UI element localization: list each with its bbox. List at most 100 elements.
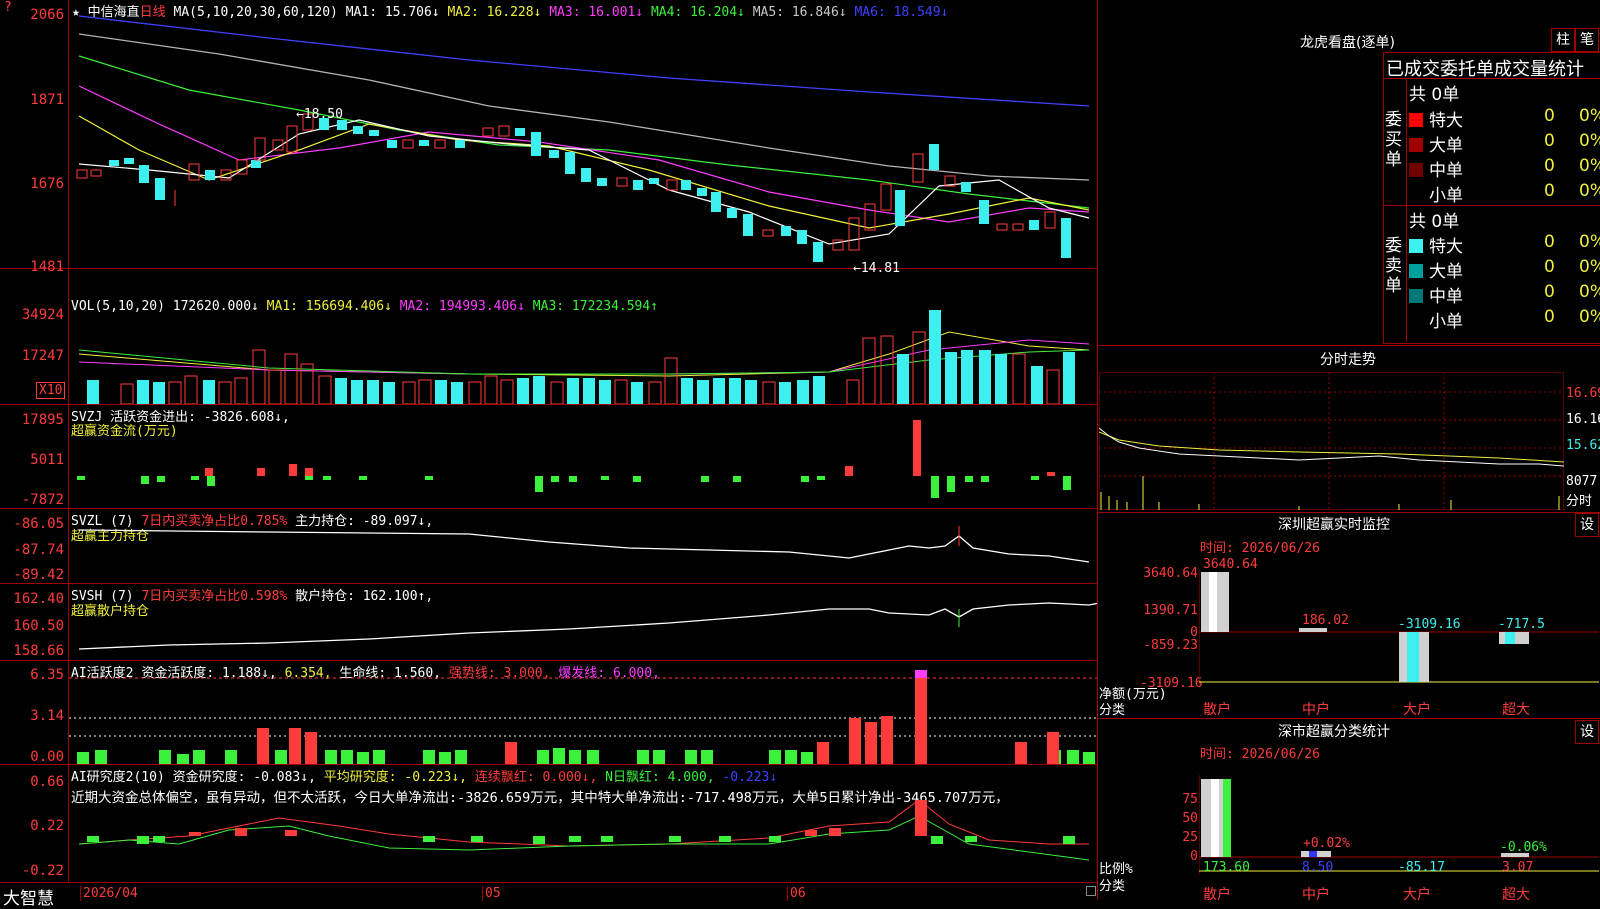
ai-active-bar xyxy=(553,748,565,764)
candle-down xyxy=(565,152,575,174)
vol-bar xyxy=(252,349,266,404)
svzl-chart[interactable] xyxy=(69,510,1097,583)
svsh-chart[interactable] xyxy=(69,583,1097,660)
svzj-bar xyxy=(801,476,809,482)
candle-down xyxy=(697,188,707,196)
class-time: 时间: 2026/06/26 xyxy=(1200,747,1320,762)
svzj-bar xyxy=(1031,476,1039,480)
svzj-bar xyxy=(207,476,215,486)
svzj-bar xyxy=(601,476,609,480)
vol-bar xyxy=(797,380,809,404)
sell-orders-label: 委卖单 xyxy=(1385,236,1402,296)
buy-row-name: 大单 xyxy=(1429,136,1463,156)
vol-bar xyxy=(367,380,379,404)
buy-orders-label: 委买单 xyxy=(1385,110,1402,170)
candle-up xyxy=(616,177,628,187)
dragon-tiger-title: 龙虎看盘(逐单) xyxy=(1300,35,1395,51)
class-settings-button[interactable]: 设 xyxy=(1575,720,1599,744)
candlestick-chart[interactable] xyxy=(69,0,1097,268)
ai-research-last: -0.223↓ xyxy=(722,770,778,785)
candle-down xyxy=(979,200,989,224)
vol-bar xyxy=(184,375,198,404)
ai-research-chart[interactable] xyxy=(69,800,1097,882)
monitor-xlabel: 分类 xyxy=(1099,703,1126,718)
ai-active-bar xyxy=(305,732,317,764)
vol-bar xyxy=(351,380,363,404)
svzj-bar xyxy=(305,468,313,476)
research-bar xyxy=(601,836,613,842)
monitor-time: 时间: 2026/06/26 xyxy=(1200,541,1320,556)
svzj-bar xyxy=(535,476,543,492)
candle-down xyxy=(251,160,261,168)
svzj-bar xyxy=(931,476,939,498)
ai-active-bar xyxy=(289,728,301,764)
buy-row-count: 0 xyxy=(1544,181,1555,201)
class-bottom-value: -85.17 xyxy=(1398,860,1445,875)
buy-row-pct: 0% xyxy=(1579,106,1600,126)
buy-row-name: 中单 xyxy=(1429,161,1463,181)
research-bar xyxy=(569,836,581,842)
section-divider xyxy=(1098,345,1600,346)
svzj-chart[interactable] xyxy=(69,420,1097,508)
ai-active-bar xyxy=(865,722,877,764)
sell-row-pct: 0% xyxy=(1579,257,1600,277)
ai-active-bar xyxy=(685,750,697,764)
lock-icon[interactable] xyxy=(1086,886,1096,896)
candle-up xyxy=(76,169,88,179)
monitor-title: 深圳超赢实时监控 xyxy=(1278,517,1390,533)
svsh-ytick: 158.66 xyxy=(13,643,64,659)
candle-down xyxy=(1029,220,1039,230)
ai-research-ytick: 0.22 xyxy=(30,818,64,834)
category-label: 中户 xyxy=(1302,702,1330,718)
ai-active-bar xyxy=(505,742,517,764)
candle-up xyxy=(848,217,860,251)
brand-logo[interactable]: 大智慧 xyxy=(3,884,54,909)
ai-active-chart[interactable] xyxy=(69,670,1097,764)
ai-active-bar xyxy=(701,750,713,764)
buy-row: 大单 0 0% xyxy=(1409,131,1600,156)
category-label: 超大 xyxy=(1502,887,1530,903)
ai-active-bar xyxy=(537,750,549,764)
category-label: 中户 xyxy=(1302,887,1330,903)
sell-row: 特大 0 0% xyxy=(1409,232,1600,257)
vol-bar xyxy=(745,380,757,404)
svzj-ytick: 5011 xyxy=(30,452,64,468)
monitor-ytick: 1390.71 xyxy=(1143,603,1198,618)
candle-down xyxy=(455,140,465,148)
vol-bar xyxy=(729,378,741,404)
svzj-bar xyxy=(425,476,433,480)
medium-swatch xyxy=(1409,289,1423,303)
vol-bar xyxy=(583,378,595,404)
vol-bar xyxy=(418,379,432,404)
volume-chart[interactable] xyxy=(69,310,1097,404)
sell-row: 小单 0 0% xyxy=(1409,307,1600,332)
vol-bar xyxy=(813,376,825,404)
ai-active-bar xyxy=(1083,752,1095,764)
ai-active-ytick: 3.14 xyxy=(30,708,64,724)
vol-bar xyxy=(484,375,498,404)
monitor-settings-button[interactable]: 设 xyxy=(1575,513,1599,537)
vol-unit-badge[interactable]: X10 xyxy=(36,382,66,399)
vol-bar xyxy=(945,352,957,404)
candle-up xyxy=(498,125,510,137)
buy-row-name: 特大 xyxy=(1429,111,1463,131)
vol-bar xyxy=(697,380,709,404)
line-view-button[interactable]: 笔 xyxy=(1575,28,1599,52)
vol-bar xyxy=(153,382,165,404)
vol-bar xyxy=(631,382,643,404)
buy-row: 小单 0 0% xyxy=(1409,181,1600,206)
sell-row-name: 大单 xyxy=(1429,262,1463,282)
candle-up xyxy=(402,139,414,149)
vol-bar xyxy=(1063,352,1075,404)
bar-view-button[interactable]: 柱 xyxy=(1551,28,1575,52)
ai-research-ytick: -0.22 xyxy=(21,863,64,879)
class-top-value: -0.06% xyxy=(1500,840,1547,855)
ai-research-avg: 平均研究度: -0.223↓, xyxy=(323,770,468,785)
candle-up xyxy=(762,229,774,237)
vol-bar xyxy=(713,378,725,404)
candle-up xyxy=(1012,223,1024,231)
class-ytick: 0 xyxy=(1190,849,1198,864)
intraday-chart[interactable] xyxy=(1099,372,1564,510)
sell-row-pct: 0% xyxy=(1579,307,1600,327)
candle-down xyxy=(895,190,905,226)
